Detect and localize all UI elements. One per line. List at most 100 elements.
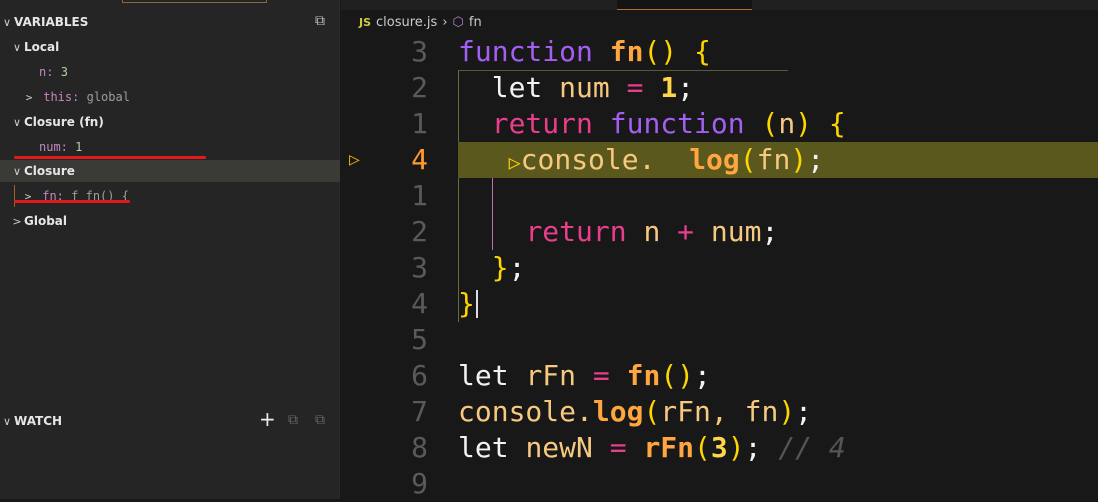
code-line[interactable]: 6 let rFn = fn(); [341,358,1098,394]
token-op: = [609,431,627,464]
token-br: ▷ [508,150,521,174]
token-var: newN [525,431,593,464]
code-line[interactable]: 7 console.log(rFn, fn); [341,394,1098,430]
code-line[interactable]: 8 let newN = rFn(3); // 4 [341,430,1098,466]
line-number: 4 [411,287,428,320]
token-br: () [660,359,695,392]
token-br: ( [739,143,757,176]
chevron-down-icon: ∨ [12,40,22,54]
token-br: { [694,35,711,68]
line-number: 6 [411,359,428,392]
line-number: 7 [411,395,428,428]
token-pun [593,35,610,68]
collapse-all-icon[interactable]: ⧉ [315,13,325,29]
code-line[interactable]: 9 [341,466,1098,502]
token-kw: function [458,35,593,68]
token-pun [745,107,762,140]
code-line[interactable]: 3 function fn() { [341,34,1098,70]
token-pun [694,215,711,248]
token-pun: ; [677,71,695,104]
chevron-down-icon: ∨ [2,15,12,29]
token-pun [812,107,829,140]
code-line[interactable]: ▷ 4 ▷console. log(fn); [341,142,1098,178]
chevron-right-icon: > [12,214,22,228]
variables-section-header[interactable]: ∨ VARIABLES [0,11,340,33]
scope-local[interactable]: ∨ Local [10,36,59,58]
token-fn: rFn [643,431,695,464]
token-op: + [677,215,695,248]
token-pun: ; [807,143,825,176]
token-br: { [828,107,846,140]
line-text: function fn() { [458,34,711,70]
scope-global[interactable]: > Global [10,210,67,232]
chevron-down-icon: ∨ [2,414,12,428]
code-editor[interactable]: JS closure.js › ⬡ fn 3 function fn() {2 l… [341,0,1098,502]
code-line[interactable]: 4} [341,286,1098,322]
token-pun [509,359,526,392]
token-pun [655,143,689,176]
token-pun: ; [744,431,779,464]
token-pun [458,71,492,104]
line-number: 1 [411,107,428,140]
line-text: return n + num; [458,214,778,250]
variable-this[interactable]: > this: global [22,86,130,108]
token-pun [677,35,694,68]
token-br: } [491,251,509,284]
code-line[interactable]: 1 [341,178,1098,214]
line-number: 5 [411,323,428,356]
chevron-right-icon: › [442,14,448,30]
red-underline-annotation [14,200,130,203]
token-br: ( [694,431,711,464]
token-var: num [710,215,762,248]
active-tab[interactable] [617,0,752,10]
token-num: 3 [710,431,728,464]
code-line[interactable]: 3 }; [341,250,1098,286]
line-number: 1 [411,179,428,212]
token-var: fn [756,143,791,176]
breadcrumb-file[interactable]: closure.js [376,15,437,30]
token-pun [627,431,644,464]
token-let: let [458,431,509,464]
token-br: ) [727,431,745,464]
token-br: ( [643,395,661,428]
line-text: return function (n) { [458,106,846,142]
token-var: n [778,107,796,140]
refresh-icon[interactable]: ⧉ [288,412,298,428]
add-expression-icon[interactable]: + [259,407,276,431]
code-line[interactable]: 2 return n + num; [341,214,1098,250]
line-number: 3 [411,35,428,68]
token-fn: log [689,143,740,176]
breadcrumb-symbol[interactable]: fn [469,15,482,30]
js-file-icon: JS [359,15,372,29]
scope-closure-fn[interactable]: ∨ Closure (fn) [10,111,104,133]
line-text: } [458,286,475,322]
line-text: console.log(rFn, fn); [458,394,812,430]
code-line[interactable]: 5 [341,322,1098,358]
token-fn: fn [626,359,661,392]
token-var: num [559,71,610,104]
token-pun [593,431,610,464]
token-pun: ; [694,359,711,392]
token-var: rFn [525,359,577,392]
code-line[interactable]: 2 let num = 1; [341,70,1098,106]
token-obj: console. [458,395,593,428]
token-pun [458,251,492,284]
code-line[interactable]: 1 return function (n) { [341,106,1098,142]
token-var: n [643,215,661,248]
token-pun [610,71,627,104]
token-br: } [458,287,475,320]
tab-strip [341,0,1098,10]
token-br: ) [795,107,813,140]
token-let: let [491,71,543,104]
token-pun [542,71,559,104]
token-pun [660,215,677,248]
line-text: let num = 1; [458,70,694,106]
line-number: 2 [411,215,428,248]
variable-fn[interactable]: > fn: f fn() { [14,185,129,207]
line-number: 2 [411,71,428,104]
variable-num[interactable]: num: 1 [39,136,82,158]
scope-closure[interactable]: ∨ Closure [0,160,340,182]
variable-n[interactable]: n: 3 [39,61,68,83]
line-number: 9 [411,467,428,500]
collapse-all-icon[interactable]: ⧉ [315,412,325,428]
